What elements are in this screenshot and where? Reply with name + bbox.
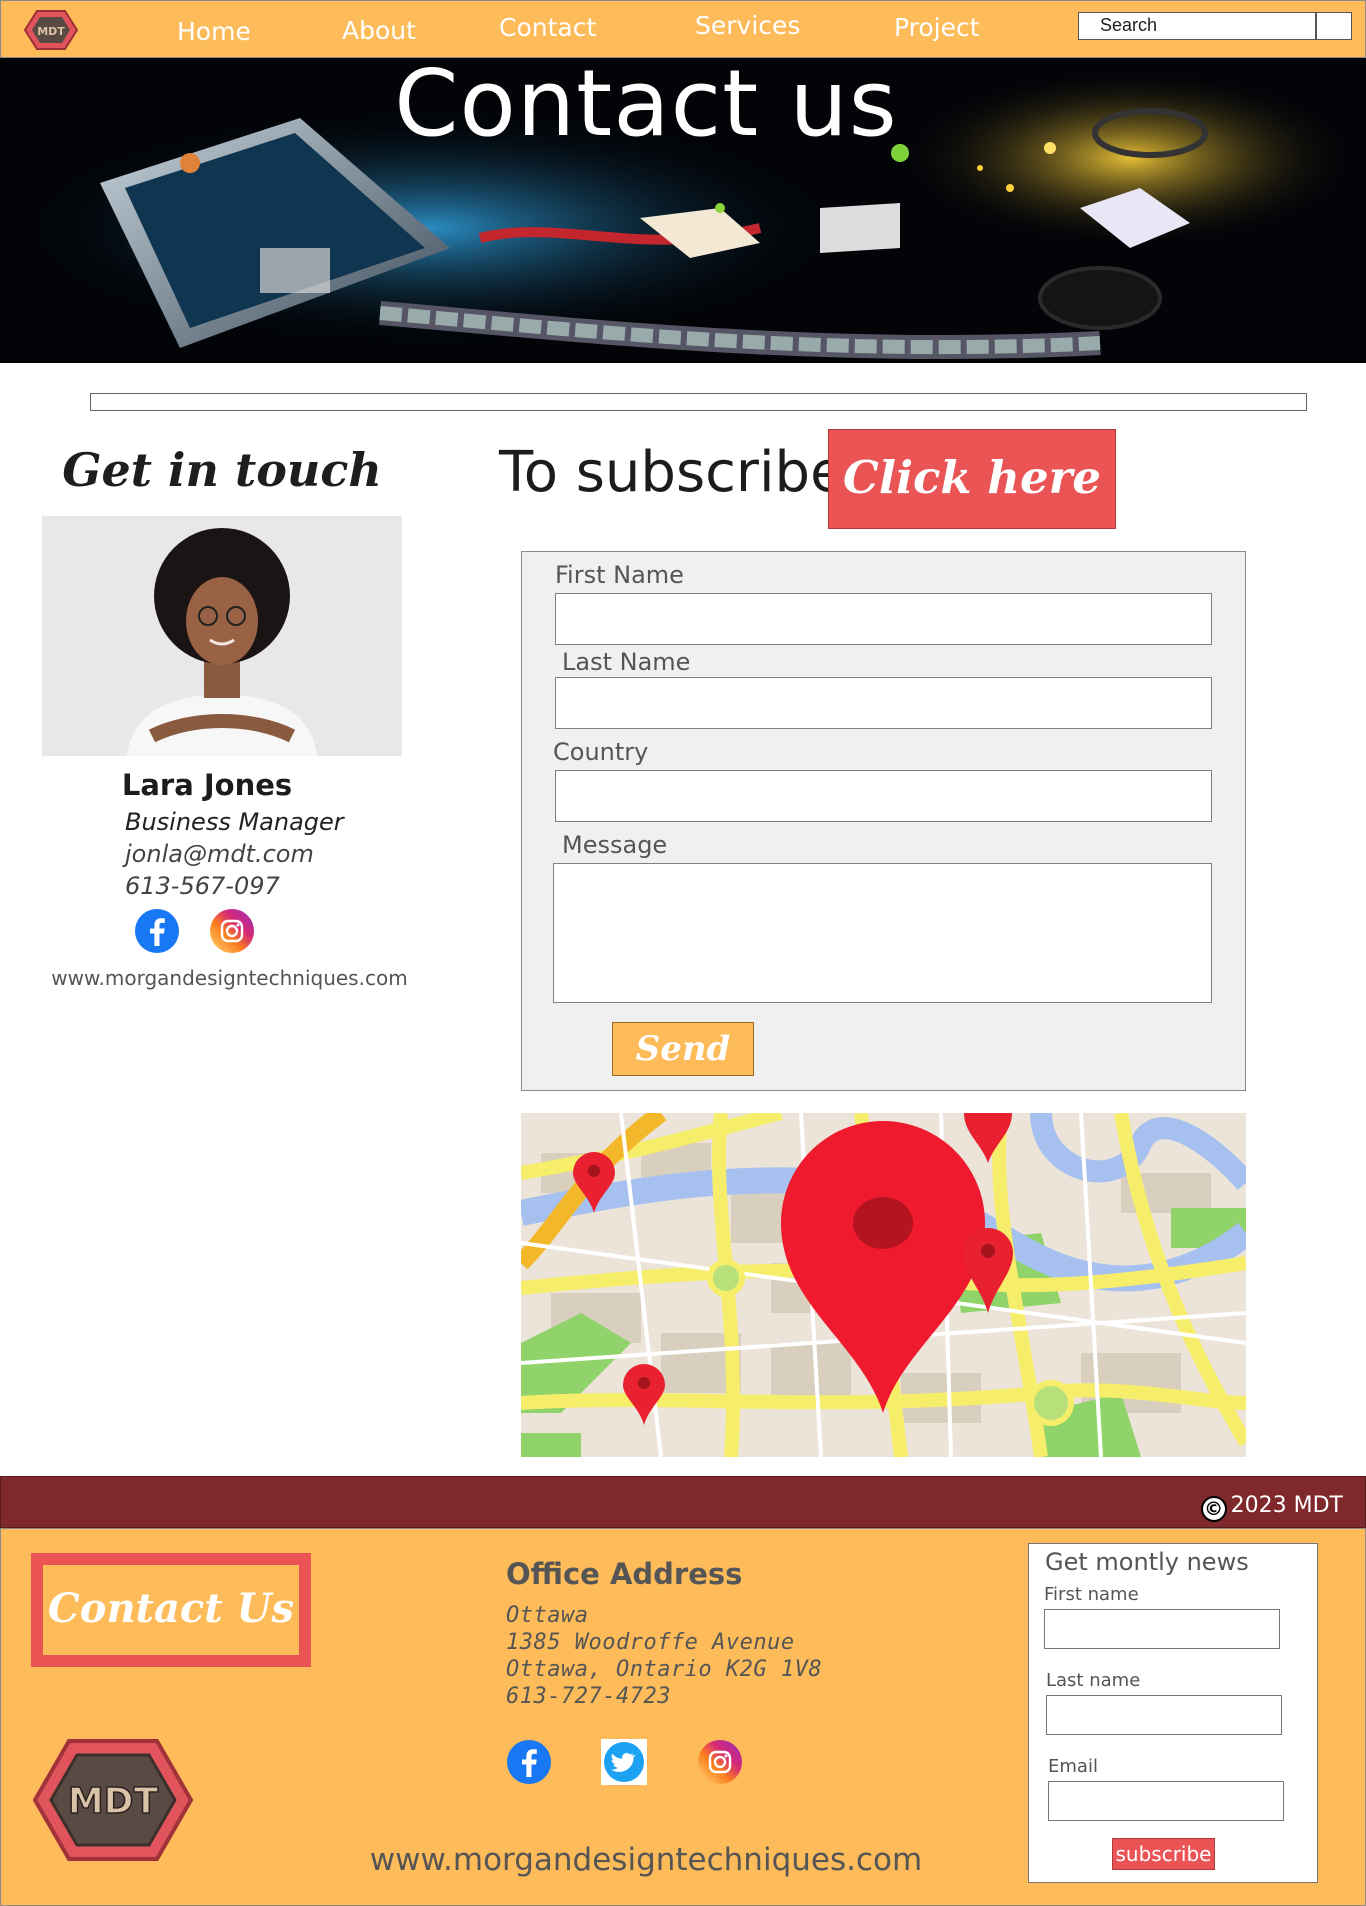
footer: Contact Us MDT Office Address Ottawa 138… [0,1528,1366,1906]
news-subscribe-button[interactable]: subscribe [1112,1838,1215,1870]
newsletter-form: Get montly news First name Last name Ema… [1028,1543,1318,1883]
twitter-icon[interactable] [601,1739,647,1785]
copyright-text: 2023 MDT [1230,1493,1343,1518]
last-name-field[interactable] [555,677,1212,729]
map-illustration [521,1113,1246,1457]
contact-website[interactable]: www.morgandesigntechniques.com [42,966,417,990]
news-last-name-field[interactable] [1046,1695,1282,1735]
nav-link-home[interactable]: Home [177,17,251,46]
hero-title: Contact us [394,58,898,157]
footer-contact-us-button[interactable]: Contact Us [31,1553,311,1667]
nav-link-about[interactable]: About [342,16,416,45]
first-name-label: First Name [555,561,684,589]
subscribe-heading: To subscribe [499,440,845,505]
office-region: Ottawa, Ontario K2G 1V8 [506,1657,823,1682]
contact-email[interactable]: jonla@mdt.com [125,840,314,868]
contact-name: Lara Jones [121,768,293,802]
copyright: © 2023 MDT [1200,1493,1343,1522]
contact-portrait [42,516,402,756]
nav-link-project[interactable]: Project [894,13,980,42]
instagram-icon[interactable] [697,1739,743,1785]
news-email-field[interactable] [1048,1781,1284,1821]
get-in-touch-heading: Get in touch [62,443,382,497]
office-phone: 613-727-4723 [506,1684,671,1709]
first-name-field[interactable] [555,593,1212,645]
news-first-name-label: First name [1044,1584,1139,1605]
country-field[interactable] [555,770,1212,822]
top-nav: MDT Home About Contact Services Project … [0,0,1366,58]
message-label: Message [562,831,668,859]
nav-logo-text: MDT [37,25,65,38]
facebook-icon[interactable] [134,908,180,954]
divider-bar [90,393,1307,411]
search-input[interactable]: Search [1078,12,1316,40]
click-here-button[interactable]: Click here ! [828,429,1116,600]
newsletter-title: Get montly news [1045,1548,1249,1576]
nav-link-contact[interactable]: Contact [499,13,596,42]
office-address-title: Office Address [506,1557,743,1591]
footer-logo-text: MDT [68,1781,159,1822]
contact-role: Business Manager [125,808,344,836]
footer-contact-us-label: Contact Us [43,1565,299,1655]
country-label: Country [553,738,649,766]
news-first-name-field[interactable] [1044,1609,1280,1649]
location-map[interactable] [521,1113,1246,1457]
contact-phone: 613-567-097 [125,872,280,900]
portrait-illustration [42,516,402,756]
last-name-label: Last Name [562,648,691,676]
message-field[interactable] [553,863,1212,1003]
mdt-logo-icon[interactable]: MDT [23,9,79,51]
office-city: Ottawa [506,1603,589,1628]
copyright-icon: © [1200,1496,1227,1522]
news-last-name-label: Last name [1046,1670,1141,1691]
facebook-icon[interactable] [506,1739,552,1785]
instagram-icon[interactable] [209,908,255,954]
office-street: 1385 Woodroffe Avenue [506,1630,795,1655]
nav-link-services[interactable]: Services [695,11,800,40]
hero-banner: Contact us [0,58,1366,363]
send-button[interactable]: Send [612,1022,754,1076]
footer-band: © 2023 MDT [0,1476,1366,1528]
search-button[interactable] [1316,12,1352,40]
news-email-label: Email [1048,1756,1098,1777]
